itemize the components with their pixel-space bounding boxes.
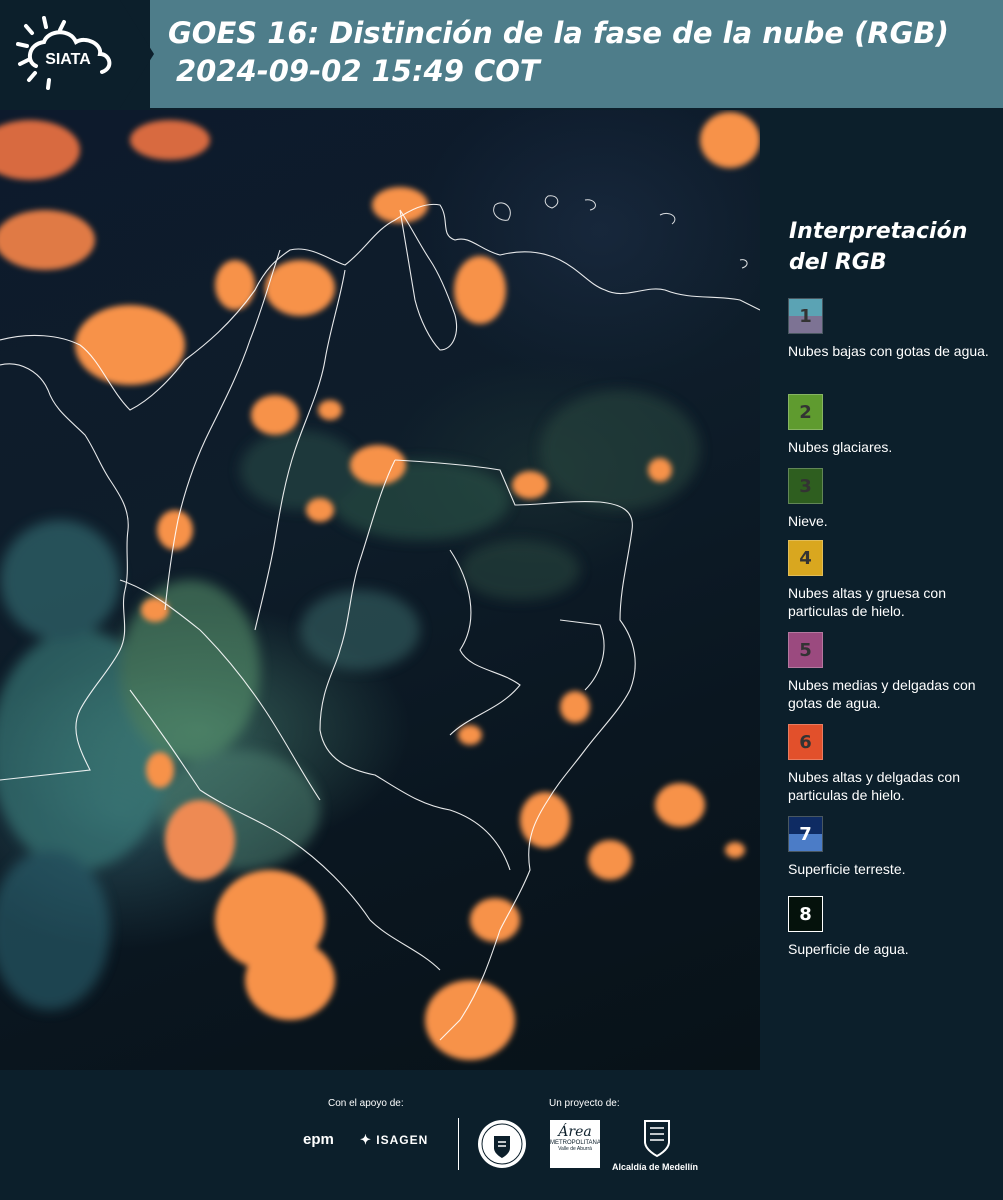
legend-swatch-1: 1 bbox=[788, 298, 823, 334]
legend-item-1: 1 Nubes bajas con gotas de agua. bbox=[788, 298, 1000, 360]
legend-swatch-2: 2 bbox=[788, 394, 823, 430]
legend-swatch-7: 7 bbox=[788, 816, 823, 852]
legend-number-5: 5 bbox=[799, 639, 812, 661]
legend-label-8: Superficie de agua. bbox=[788, 941, 909, 957]
page-title: GOES 16: Distinción de la fase de la nub… bbox=[168, 14, 949, 90]
legend-label-2: Nubes glaciares. bbox=[788, 439, 893, 455]
logo-text: SIATA bbox=[45, 51, 91, 68]
legend-item-7: 7 Superficie terreste. bbox=[788, 816, 1000, 878]
legend-number-2: 2 bbox=[799, 401, 812, 423]
legend-item-2: 2 Nubes glaciares. bbox=[788, 394, 1000, 456]
epm-logo: epm bbox=[303, 1131, 334, 1148]
alcaldia-shield-icon bbox=[644, 1120, 670, 1158]
isagen-mark-icon: ✦ bbox=[360, 1132, 372, 1147]
legend-swatch-6: 6 bbox=[788, 724, 823, 760]
isagen-logo: ✦ ISAGEN bbox=[360, 1132, 428, 1148]
legend-label-1: Nubes bajas con gotas de agua. bbox=[788, 343, 989, 359]
legend-swatch-4: 4 bbox=[788, 540, 823, 576]
area-logo-sub2: Valle de Aburrá bbox=[558, 1146, 592, 1152]
map-layer bbox=[0, 112, 760, 1060]
isagen-text: ISAGEN bbox=[376, 1133, 429, 1147]
legend-item-8: 8 Superficie de agua. bbox=[788, 896, 1000, 958]
legend-item-6: 6 Nubes altas y delgadas con particulas … bbox=[788, 724, 1000, 804]
footer: Con el apoyo de: Un proyecto de: epm ✦ I… bbox=[0, 1070, 1003, 1200]
support-label: Con el apoyo de: bbox=[328, 1098, 404, 1109]
legend-number-6: 6 bbox=[799, 731, 812, 753]
legend-swatch-3: 3 bbox=[788, 468, 823, 504]
legend-panel: Interpretación del RGB 1 Nubes bajas con… bbox=[760, 110, 1003, 1070]
legend-number-4: 4 bbox=[799, 547, 812, 569]
project-label: Un proyecto de: bbox=[549, 1098, 620, 1109]
legend-number-8: 8 bbox=[799, 903, 812, 925]
legend-item-5: 5 Nubes medias y delgadas con gotas de a… bbox=[788, 632, 1000, 712]
seal-icon bbox=[478, 1120, 526, 1168]
siata-logo: SIATA bbox=[16, 16, 112, 90]
legend-item-3: 3 Nieve. bbox=[788, 468, 1000, 530]
legend-swatch-5: 5 bbox=[788, 632, 823, 668]
legend-title: Interpretación del RGB bbox=[789, 219, 968, 275]
footer-divider bbox=[458, 1118, 459, 1170]
alcaldia-text: Alcaldía de Medellín bbox=[612, 1162, 699, 1172]
legend-label-6: Nubes altas y delgadas con particulas de… bbox=[788, 769, 960, 803]
area-logo-text: Área bbox=[558, 1124, 592, 1140]
area-metropolitana-logo: Área METROPOLITANA Valle de Aburrá bbox=[550, 1120, 601, 1168]
legend-item-4: 4 Nubes altas y gruesa con particulas de… bbox=[788, 540, 1000, 620]
epm-text: epm bbox=[303, 1131, 334, 1148]
title-line-2: 2024-09-02 15:49 COT bbox=[176, 54, 540, 88]
legend-label-7: Superficie terreste. bbox=[788, 861, 906, 877]
legend-label-4: Nubes altas y gruesa con particulas de h… bbox=[788, 585, 946, 619]
legend-label-3: Nieve. bbox=[788, 513, 828, 529]
satellite-map[interactable] bbox=[0, 110, 760, 1070]
title-line-1: GOES 16: Distinción de la fase de la nub… bbox=[168, 16, 949, 50]
low-cloud-haze bbox=[0, 390, 700, 1010]
legend-swatch-8: 8 bbox=[788, 896, 823, 932]
legend-number-1: 1 bbox=[799, 305, 812, 327]
legend-number-7: 7 bbox=[799, 823, 812, 845]
legend-label-5: Nubes medias y delgadas con gotas de agu… bbox=[788, 677, 976, 711]
legend-number-3: 3 bbox=[799, 475, 812, 497]
island-outlines bbox=[493, 195, 748, 269]
header: SIATA GOES 16: Distinción de la fase de … bbox=[0, 0, 1003, 108]
